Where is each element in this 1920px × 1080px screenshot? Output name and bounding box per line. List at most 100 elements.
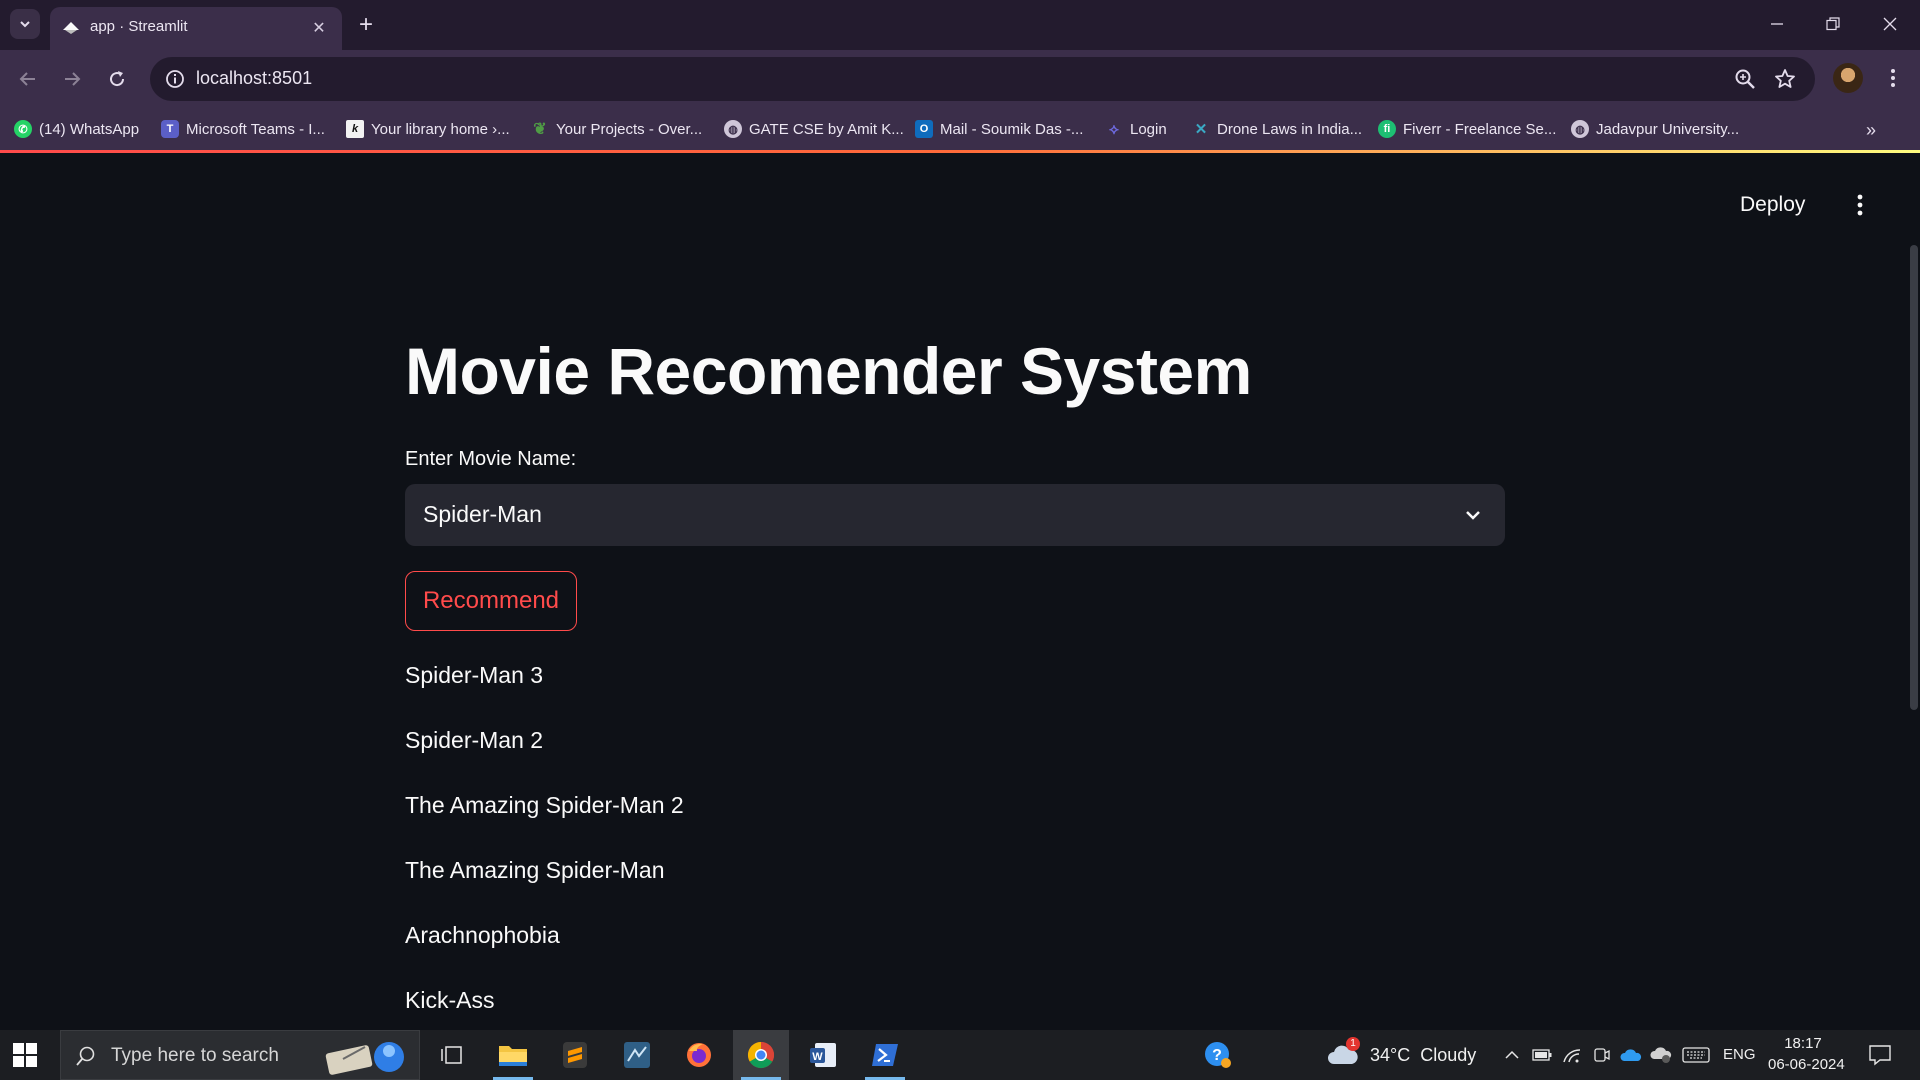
- close-window-button[interactable]: [1867, 8, 1913, 40]
- recommendation-item: The Amazing Spider-Man: [405, 857, 665, 883]
- weather-widget[interactable]: 1 34°C Cloudy: [1326, 1030, 1476, 1080]
- recommendation-item: Kick-Ass: [405, 987, 495, 1013]
- wifi-icon[interactable]: [1562, 1047, 1582, 1063]
- bookmarks-bar: ✆ (14) WhatsApp T Microsoft Teams - I... k…: [0, 108, 1920, 150]
- browser-tab-active[interactable]: app · Streamlit ✕: [50, 7, 342, 50]
- tab-search-button[interactable]: [10, 9, 40, 39]
- recommendation-item: Arachnophobia: [405, 922, 560, 948]
- url-text: localhost:8501: [196, 68, 313, 88]
- windows-start-icon[interactable]: [12, 1042, 38, 1068]
- globe-icon: ◍: [1571, 120, 1589, 138]
- browser-toolbar: localhost:8501: [0, 50, 1920, 108]
- word-button[interactable]: W: [795, 1030, 851, 1080]
- weather-text: 34°C Cloudy: [1370, 1045, 1477, 1065]
- onedrive-icon[interactable]: [1620, 1048, 1642, 1062]
- recommend-button[interactable]: Recommend: [405, 571, 577, 631]
- firefox-icon: [687, 1043, 711, 1067]
- teams-icon: T: [161, 120, 179, 138]
- kebab-menu-icon: [1857, 194, 1863, 216]
- sublime-icon: [563, 1042, 587, 1068]
- help-button[interactable]: ?: [1190, 1030, 1246, 1080]
- bookmark-whatsapp[interactable]: ✆ (14) WhatsApp: [14, 116, 139, 142]
- help-icon: ?: [1205, 1042, 1231, 1068]
- minimize-icon: [1771, 23, 1783, 25]
- reload-button[interactable]: [101, 63, 133, 95]
- minimize-button[interactable]: [1754, 8, 1800, 40]
- task-view-button[interactable]: [424, 1030, 480, 1080]
- database-workbench-icon: [624, 1042, 650, 1068]
- bookmark-kindle[interactable]: k Your library home ›...: [346, 116, 510, 142]
- bookmark-overleaf[interactable]: ❦ Your Projects - Over...: [531, 116, 702, 142]
- zoom-icon[interactable]: [1733, 67, 1757, 91]
- new-tab-button[interactable]: +: [352, 11, 380, 39]
- onedrive-sync-icon[interactable]: [1650, 1046, 1672, 1064]
- recommendation-item: The Amazing Spider-Man 2: [405, 792, 684, 818]
- chevron-up-icon[interactable]: [1504, 1047, 1520, 1063]
- svg-text:?: ?: [1212, 1047, 1222, 1064]
- page-title: Movie Recomender System: [405, 334, 1252, 408]
- chevron-down-icon: [20, 21, 30, 28]
- task-view-icon: [441, 1046, 462, 1064]
- login-icon: ⟡: [1109, 120, 1119, 138]
- bookmark-gate-cse[interactable]: ◍ GATE CSE by Amit K...: [724, 116, 904, 142]
- restore-button[interactable]: [1810, 8, 1856, 40]
- page-scrollbar[interactable]: [1910, 245, 1918, 710]
- whatsapp-icon: ✆: [14, 120, 32, 138]
- bookmark-star-icon[interactable]: [1773, 67, 1797, 91]
- chrome-icon: [747, 1041, 775, 1069]
- meet-now-icon[interactable]: [1592, 1046, 1610, 1064]
- overleaf-icon: ❦: [533, 121, 547, 138]
- sublime-text-button[interactable]: [547, 1030, 603, 1080]
- address-bar[interactable]: localhost:8501: [150, 57, 1815, 101]
- clock[interactable]: 18:17 06-06-2024: [1768, 1034, 1845, 1078]
- site-info-icon[interactable]: [164, 68, 186, 90]
- firefox-button[interactable]: [671, 1030, 727, 1080]
- bookmark-jadavpur[interactable]: ◍ Jadavpur University...: [1571, 116, 1739, 142]
- arrow-left-icon: [19, 72, 35, 86]
- powershell-button[interactable]: [857, 1030, 913, 1080]
- bookmark-outlook[interactable]: O Mail - Soumik Das -...: [915, 116, 1083, 142]
- word-icon: W: [810, 1043, 836, 1067]
- file-explorer-button[interactable]: [485, 1030, 541, 1080]
- taskbar-search[interactable]: Type here to search: [60, 1030, 420, 1080]
- search-highlight-illustration-icon: [325, 1042, 404, 1075]
- browser-tab-strip: app · Streamlit ✕ +: [0, 0, 1920, 50]
- outlook-icon: O: [915, 120, 933, 138]
- app-menu-button[interactable]: [1848, 187, 1872, 223]
- weather-alert-badge: 1: [1346, 1037, 1360, 1051]
- streamlit-app: Deploy Movie Recomender System Enter Mov…: [0, 153, 1920, 1030]
- movie-select[interactable]: Spider-Man: [405, 484, 1505, 546]
- bookmark-login[interactable]: ⟡ Login: [1105, 116, 1167, 142]
- globe-icon: ◍: [724, 120, 742, 138]
- search-icon: [76, 1046, 95, 1066]
- clock-time: 18:17: [1784, 1035, 1822, 1052]
- back-button[interactable]: [12, 63, 44, 95]
- keyboard-icon[interactable]: [1682, 1046, 1710, 1064]
- recommendation-item: Spider-Man 3: [405, 662, 544, 688]
- movie-select-label: Enter Movie Name:: [405, 448, 577, 470]
- kebab-menu-icon: [1891, 69, 1895, 87]
- bookmark-fiverr[interactable]: fi Fiverr - Freelance Se...: [1378, 116, 1556, 142]
- close-icon: [1883, 17, 1897, 31]
- bookmark-teams[interactable]: T Microsoft Teams - I...: [161, 116, 325, 142]
- battery-icon[interactable]: [1532, 1048, 1552, 1062]
- deploy-button[interactable]: Deploy: [1740, 193, 1805, 217]
- restore-icon: [1826, 17, 1840, 31]
- fiverr-icon: fi: [1378, 120, 1396, 138]
- recommendation-item: Spider-Man 2: [405, 727, 544, 753]
- bookmark-drone-laws[interactable]: ✕ Drone Laws in India...: [1192, 116, 1362, 142]
- svg-text:W: W: [812, 1051, 823, 1063]
- forward-button[interactable]: [56, 63, 88, 95]
- kindle-icon: k: [346, 120, 364, 138]
- clock-date: 06-06-2024: [1768, 1056, 1845, 1073]
- more-bookmarks-icon[interactable]: »: [1866, 120, 1886, 140]
- mysql-workbench-button[interactable]: [609, 1030, 665, 1080]
- arrow-right-icon: [65, 72, 81, 86]
- close-tab-icon[interactable]: ✕: [308, 17, 330, 39]
- browser-menu-button[interactable]: [1878, 63, 1908, 93]
- chrome-button[interactable]: [733, 1030, 789, 1080]
- profile-avatar[interactable]: [1833, 63, 1863, 93]
- reload-icon: [110, 71, 125, 87]
- language-indicator[interactable]: ENG: [1723, 1046, 1756, 1063]
- notification-icon[interactable]: [1868, 1044, 1892, 1066]
